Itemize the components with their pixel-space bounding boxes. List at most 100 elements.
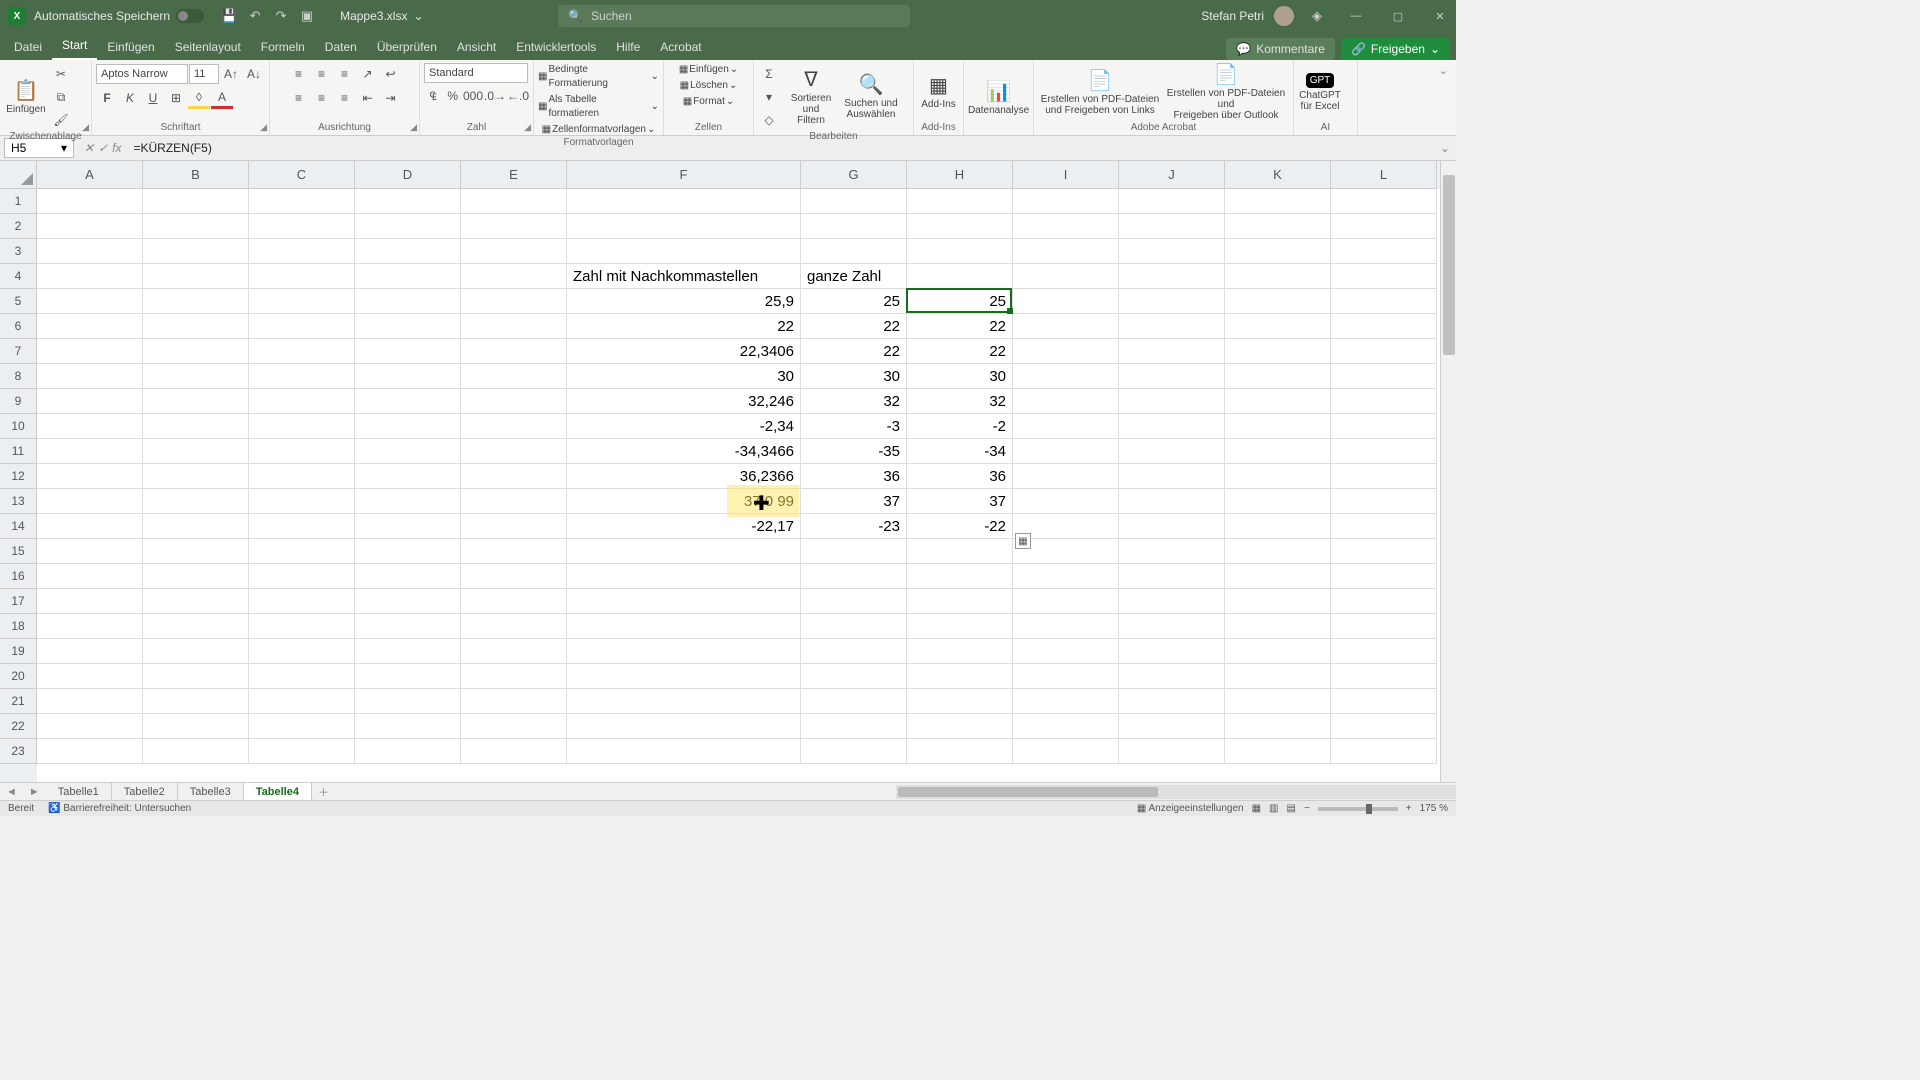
cell-F21[interactable] bbox=[567, 689, 801, 714]
cell-G14[interactable]: -23 bbox=[801, 514, 907, 539]
row-header-1[interactable]: 1 bbox=[0, 189, 37, 214]
cell-J19[interactable] bbox=[1119, 639, 1225, 664]
tab-hilfe[interactable]: Hilfe bbox=[606, 35, 650, 60]
cell-K16[interactable] bbox=[1225, 564, 1331, 589]
cell-F8[interactable]: 30 bbox=[567, 364, 801, 389]
format-painter-icon[interactable]: 🖌 bbox=[50, 109, 72, 131]
cell-B21[interactable] bbox=[143, 689, 249, 714]
format-cells-button[interactable]: ▦ Format ⌄ bbox=[683, 95, 735, 109]
cell-E23[interactable] bbox=[461, 739, 567, 764]
cell-B17[interactable] bbox=[143, 589, 249, 614]
tab-datei[interactable]: Datei bbox=[4, 35, 52, 60]
cell-I4[interactable] bbox=[1013, 264, 1119, 289]
cell-F18[interactable] bbox=[567, 614, 801, 639]
horizontal-scrollbar[interactable] bbox=[896, 785, 1456, 799]
cell-E18[interactable] bbox=[461, 614, 567, 639]
cell-F17[interactable] bbox=[567, 589, 801, 614]
cell-H6[interactable]: 22 bbox=[907, 314, 1013, 339]
orientation-icon[interactable]: ↗ bbox=[357, 63, 379, 85]
cell-G5[interactable]: 25 bbox=[801, 289, 907, 314]
col-header-H[interactable]: H bbox=[907, 161, 1013, 189]
cell-G16[interactable] bbox=[801, 564, 907, 589]
align-bottom-icon[interactable]: ≡ bbox=[334, 63, 356, 85]
col-header-L[interactable]: L bbox=[1331, 161, 1437, 189]
cell-F16[interactable] bbox=[567, 564, 801, 589]
cell-J13[interactable] bbox=[1119, 489, 1225, 514]
cell-E14[interactable] bbox=[461, 514, 567, 539]
cell-L14[interactable] bbox=[1331, 514, 1437, 539]
row-header-18[interactable]: 18 bbox=[0, 614, 37, 639]
conditional-format-button[interactable]: ▦ Bedingte Formatierung ⌄ bbox=[538, 63, 659, 91]
cell-A19[interactable] bbox=[37, 639, 143, 664]
cell-A16[interactable] bbox=[37, 564, 143, 589]
cell-D18[interactable] bbox=[355, 614, 461, 639]
row-header-5[interactable]: 5 bbox=[0, 289, 37, 314]
username-label[interactable]: Stefan Petri bbox=[1201, 9, 1264, 23]
cell-G22[interactable] bbox=[801, 714, 907, 739]
tab-überprüfen[interactable]: Überprüfen bbox=[367, 35, 447, 60]
cell-J11[interactable] bbox=[1119, 439, 1225, 464]
camera-icon[interactable]: ▣ bbox=[298, 7, 316, 25]
cell-K13[interactable] bbox=[1225, 489, 1331, 514]
fill-icon[interactable]: ▾ bbox=[758, 86, 780, 108]
cell-C15[interactable] bbox=[249, 539, 355, 564]
cell-C1[interactable] bbox=[249, 189, 355, 214]
cell-L22[interactable] bbox=[1331, 714, 1437, 739]
column-headers[interactable]: ABCDEFGHIJKL bbox=[37, 161, 1440, 189]
cell-E21[interactable] bbox=[461, 689, 567, 714]
cell-L9[interactable] bbox=[1331, 389, 1437, 414]
cell-G1[interactable] bbox=[801, 189, 907, 214]
cell-K8[interactable] bbox=[1225, 364, 1331, 389]
cell-L21[interactable] bbox=[1331, 689, 1437, 714]
row-header-12[interactable]: 12 bbox=[0, 464, 37, 489]
cell-B7[interactable] bbox=[143, 339, 249, 364]
cell-I6[interactable] bbox=[1013, 314, 1119, 339]
cell-J3[interactable] bbox=[1119, 239, 1225, 264]
cell-B23[interactable] bbox=[143, 739, 249, 764]
number-format-combo[interactable]: Standard bbox=[424, 63, 528, 83]
wrap-text-icon[interactable]: ↩ bbox=[380, 63, 402, 85]
cell-L4[interactable] bbox=[1331, 264, 1437, 289]
pdf-outlook-button[interactable]: 📄Erstellen von PDF-Dateien und Freigeben… bbox=[1164, 65, 1288, 121]
cell-K17[interactable] bbox=[1225, 589, 1331, 614]
row-header-7[interactable]: 7 bbox=[0, 339, 37, 364]
cell-F7[interactable]: 22,3406 bbox=[567, 339, 801, 364]
font-size-combo[interactable]: 11 bbox=[189, 64, 219, 84]
cell-E16[interactable] bbox=[461, 564, 567, 589]
cell-K18[interactable] bbox=[1225, 614, 1331, 639]
cell-I5[interactable] bbox=[1013, 289, 1119, 314]
cell-A11[interactable] bbox=[37, 439, 143, 464]
cell-D23[interactable] bbox=[355, 739, 461, 764]
cell-B2[interactable] bbox=[143, 214, 249, 239]
cell-E5[interactable] bbox=[461, 289, 567, 314]
cell-G23[interactable] bbox=[801, 739, 907, 764]
cell-J8[interactable] bbox=[1119, 364, 1225, 389]
cell-D7[interactable] bbox=[355, 339, 461, 364]
cell-A2[interactable] bbox=[37, 214, 143, 239]
cell-D10[interactable] bbox=[355, 414, 461, 439]
row-header-8[interactable]: 8 bbox=[0, 364, 37, 389]
cell-K20[interactable] bbox=[1225, 664, 1331, 689]
pdf-link-button[interactable]: 📄Erstellen von PDF-Dateien und Freigeben… bbox=[1038, 65, 1162, 121]
view-normal-icon[interactable]: ▦ bbox=[1252, 803, 1261, 814]
cell-B12[interactable] bbox=[143, 464, 249, 489]
cell-E12[interactable] bbox=[461, 464, 567, 489]
cell-E15[interactable] bbox=[461, 539, 567, 564]
cell-G8[interactable]: 30 bbox=[801, 364, 907, 389]
format-as-table-button[interactable]: ▦ Als Tabelle formatieren ⌄ bbox=[538, 93, 659, 121]
cell-E20[interactable] bbox=[461, 664, 567, 689]
cell-G4[interactable]: ganze Zahl bbox=[801, 264, 907, 289]
cell-H14[interactable]: -22 bbox=[907, 514, 1013, 539]
display-settings[interactable]: ▦ Anzeigeeinstellungen bbox=[1137, 803, 1244, 814]
cell-B4[interactable] bbox=[143, 264, 249, 289]
data-analysis-button[interactable]: 📊Datenanalyse bbox=[968, 70, 1029, 126]
cell-J16[interactable] bbox=[1119, 564, 1225, 589]
cell-L8[interactable] bbox=[1331, 364, 1437, 389]
save-icon[interactable]: 💾 bbox=[220, 7, 238, 25]
cell-A18[interactable] bbox=[37, 614, 143, 639]
cell-H12[interactable]: 36 bbox=[907, 464, 1013, 489]
currency-icon[interactable]: ₠ bbox=[424, 85, 442, 107]
autosave-toggle[interactable]: Automatisches Speichern bbox=[34, 9, 204, 23]
cell-D21[interactable] bbox=[355, 689, 461, 714]
cell-B3[interactable] bbox=[143, 239, 249, 264]
